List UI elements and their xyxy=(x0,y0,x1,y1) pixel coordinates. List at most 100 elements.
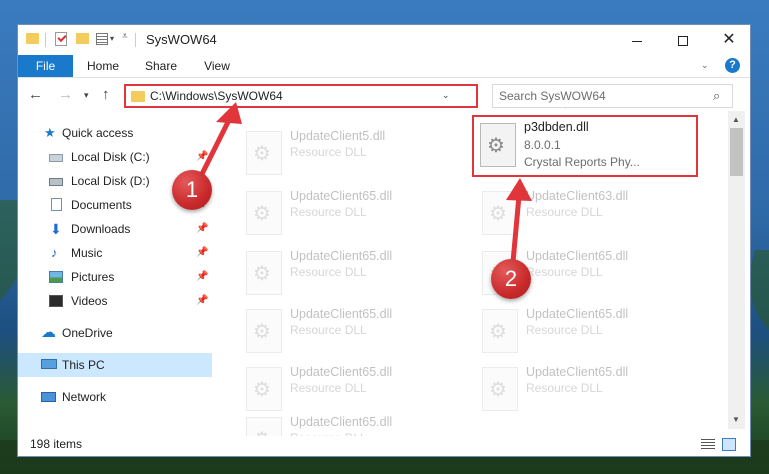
sidebar-item-label: Local Disk (C:) xyxy=(71,150,150,164)
file-item[interactable]: ⚙ UpdateClient65.dll Resource DLL xyxy=(232,361,452,417)
search-input[interactable]: Search SysWOW64 ⌕ xyxy=(492,84,733,108)
vertical-scrollbar[interactable]: ▲ ▼ xyxy=(728,111,745,429)
dll-file-icon: ⚙ xyxy=(246,367,282,411)
sidebar-item-label: OneDrive xyxy=(62,326,113,340)
sidebar-item-label: This PC xyxy=(62,358,105,372)
sidebar-item-quick-access[interactable]: ★ Quick access xyxy=(18,121,212,145)
search-icon[interactable]: ⌕ xyxy=(713,88,720,104)
pin-icon[interactable]: 📌 xyxy=(196,265,208,289)
properties-check-icon[interactable] xyxy=(55,32,67,46)
close-button[interactable]: ✕ xyxy=(706,25,752,55)
pictures-icon xyxy=(49,271,63,283)
minimize-button[interactable] xyxy=(614,25,660,55)
download-icon: ⬇ xyxy=(50,221,62,237)
tab-file[interactable]: File xyxy=(18,55,73,77)
file-item[interactable]: ⚙ UpdateClient65.dll Resource DLL xyxy=(468,303,688,359)
dll-file-icon: ⚙ xyxy=(246,251,282,295)
folder-icon xyxy=(131,91,145,102)
customize-toolbar-icon[interactable]: ⩡ xyxy=(122,31,128,42)
scroll-down-icon[interactable]: ▼ xyxy=(732,415,740,424)
forward-arrow-icon[interactable]: → xyxy=(58,86,73,103)
file-item[interactable]: ⚙ UpdateClient5.dll Resource DLL xyxy=(232,125,452,181)
sidebar-item-onedrive[interactable]: ☁ OneDrive xyxy=(18,321,212,345)
chevron-down-icon[interactable]: ⌄ xyxy=(442,90,450,101)
file-item[interactable]: ⚙ UpdateClient65.dll Resource DLL xyxy=(232,303,452,359)
gear-icon: ⚙ xyxy=(253,263,271,285)
file-name: UpdateClient65.dll xyxy=(526,307,629,321)
tab-home[interactable]: Home xyxy=(78,55,128,77)
maximize-button[interactable] xyxy=(660,25,706,55)
file-name: UpdateClient65.dll xyxy=(290,365,393,379)
maximize-icon xyxy=(678,36,688,47)
file-description: Crystal Reports Phy... xyxy=(524,155,640,169)
sidebar-item-label: Local Disk (D:) xyxy=(71,174,150,188)
file-name: UpdateClient63.dll xyxy=(526,189,629,203)
status-bar: 198 items xyxy=(18,433,750,457)
sidebar-item-label: Videos xyxy=(71,294,108,308)
dll-file-icon: ⚙ xyxy=(480,123,516,167)
sidebar-item-label: Downloads xyxy=(71,222,131,236)
videos-icon xyxy=(49,295,63,307)
search-placeholder: Search SysWOW64 xyxy=(499,89,606,103)
sidebar-item-local-disk-c[interactable]: Local Disk (C:) 📌 xyxy=(18,145,212,169)
gear-icon: ⚙ xyxy=(253,379,271,401)
file-name: UpdateClient65.dll xyxy=(290,415,393,429)
expand-ribbon-icon[interactable]: ⌄ xyxy=(701,60,709,71)
file-item[interactable]: ⚙ UpdateClient65.dll Resource DLL xyxy=(468,361,688,417)
folder-icon xyxy=(26,33,39,44)
file-type: Resource DLL xyxy=(526,381,603,395)
new-folder-icon[interactable] xyxy=(76,33,89,44)
gear-icon: ⚙ xyxy=(253,321,271,343)
large-icons-view-icon[interactable] xyxy=(722,438,736,451)
divider xyxy=(45,33,46,47)
address-path[interactable]: C:\Windows\SysWOW64 xyxy=(150,89,283,103)
network-icon xyxy=(41,392,56,402)
dll-file-icon: ⚙ xyxy=(482,191,518,235)
pin-icon[interactable]: 📌 xyxy=(196,145,208,169)
pin-icon[interactable]: 📌 xyxy=(196,289,208,313)
details-view-icon[interactable] xyxy=(701,439,715,450)
chevron-down-icon[interactable]: ▾ xyxy=(110,34,114,43)
file-item[interactable]: ⚙ UpdateClient65.dll Resource DLL xyxy=(232,245,452,301)
address-bar[interactable]: C:\Windows\SysWOW64 ⌄ ↻ xyxy=(124,84,580,109)
recent-locations-icon[interactable]: ▾ xyxy=(84,90,89,101)
properties-icon[interactable] xyxy=(96,33,108,45)
sidebar-item-label: Network xyxy=(62,390,107,404)
file-type: Resource DLL xyxy=(526,205,603,219)
file-type: Resource DLL xyxy=(290,265,367,279)
dll-file-icon: ⚙ xyxy=(246,131,282,175)
dll-file-icon: ⚙ xyxy=(482,367,518,411)
sidebar-item-downloads[interactable]: ⬇ Downloads 📌 xyxy=(18,217,212,241)
minimize-icon xyxy=(632,40,642,42)
file-item[interactable]: ⚙ UpdateClient65.dll Resource DLL xyxy=(232,185,452,241)
item-count: 198 items xyxy=(30,437,83,451)
up-arrow-icon[interactable]: ↑ xyxy=(102,86,110,103)
sidebar-item-network[interactable]: Network xyxy=(18,385,212,409)
pin-icon[interactable]: 📌 xyxy=(196,241,208,265)
divider xyxy=(135,33,136,47)
file-name: p3dbden.dll xyxy=(524,120,589,134)
scroll-thumb[interactable] xyxy=(730,128,743,176)
pin-icon[interactable]: 📌 xyxy=(196,217,208,241)
sidebar-item-music[interactable]: ♪ Music 📌 xyxy=(18,241,212,265)
back-arrow-icon[interactable]: ← xyxy=(28,86,43,103)
help-icon[interactable]: ? xyxy=(725,58,740,73)
title-bar: ▾ ⩡ SysWOW64 ✕ xyxy=(18,25,750,55)
file-type: Resource DLL xyxy=(290,205,367,219)
sidebar-item-this-pc[interactable]: This PC xyxy=(18,353,212,377)
sidebar-item-label: Documents xyxy=(71,198,132,212)
star-icon: ★ xyxy=(44,125,56,140)
file-item-highlighted[interactable]: ⚙ p3dbden.dll 8.0.0.1 Crystal Reports Ph… xyxy=(472,115,698,177)
file-item[interactable]: ⚙ UpdateClient63.dll Resource DLL xyxy=(468,185,688,241)
dll-file-icon: ⚙ xyxy=(246,309,282,353)
sidebar-item-videos[interactable]: Videos 📌 xyxy=(18,289,212,313)
tab-view[interactable]: View xyxy=(192,55,242,77)
file-name: UpdateClient65.dll xyxy=(526,365,629,379)
step-1-badge: 1 xyxy=(172,170,212,210)
tab-share[interactable]: Share xyxy=(136,55,186,77)
gear-icon: ⚙ xyxy=(487,135,505,157)
scroll-up-icon[interactable]: ▲ xyxy=(732,115,740,124)
gear-icon: ⚙ xyxy=(489,321,507,343)
file-type: Resource DLL xyxy=(290,323,367,337)
sidebar-item-pictures[interactable]: Pictures 📌 xyxy=(18,265,212,289)
